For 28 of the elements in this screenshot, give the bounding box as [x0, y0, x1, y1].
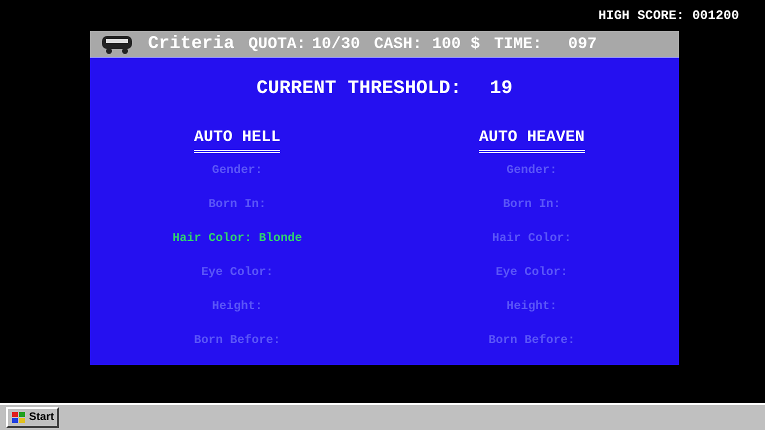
time-label: TIME: [494, 34, 542, 55]
cash-value: 100 $ [432, 34, 480, 55]
criterion-text: Height: [506, 298, 557, 314]
quota-value: 10/30 [312, 34, 360, 55]
bus-icon [100, 33, 134, 55]
criterion-text: Born Before: [194, 332, 280, 348]
criterion-text: Born In: [208, 196, 266, 212]
windows-logo-icon [11, 410, 27, 424]
criterion-text: Gender: [212, 162, 262, 178]
threshold-value: 19 [490, 76, 513, 101]
criterion-text: Eye Color: [201, 264, 274, 280]
window-title: Criteria [148, 32, 234, 56]
criterion-text: Born Before: [488, 332, 575, 348]
criterion-text: Born In: [502, 196, 561, 212]
criterion-text: Hair Color: [492, 230, 572, 246]
column-heading: AUTO HEAVEN [478, 124, 585, 152]
time-value: 097 [568, 34, 597, 55]
high-score-value: 001200 [692, 6, 739, 25]
column-heading: AUTO HELL [194, 124, 280, 152]
cash-label: CASH: [374, 34, 422, 55]
high-score-label: HIGH SCORE: [598, 6, 684, 25]
threshold-label: CURRENT THRESHOLD: [256, 76, 462, 101]
criterion-text: Height: [212, 298, 262, 314]
start-button[interactable]: Start [6, 407, 60, 428]
criterion-text: Gender: [506, 162, 557, 178]
criterion-text: Hair Color: Blonde [172, 230, 302, 246]
quota-label: QUOTA: [248, 34, 306, 55]
criterion-text: Eye Color: [496, 264, 568, 280]
